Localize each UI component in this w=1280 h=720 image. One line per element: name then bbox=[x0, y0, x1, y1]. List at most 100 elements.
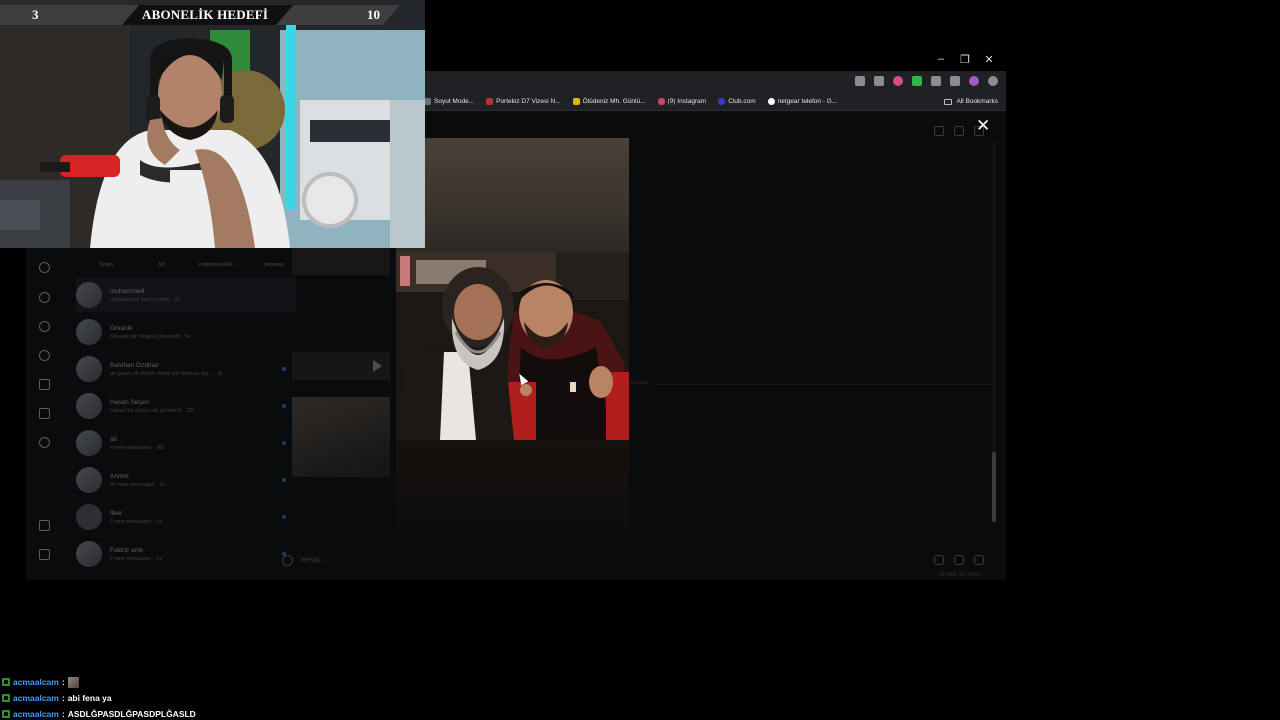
goal-left-panel bbox=[0, 5, 140, 25]
browser-toolbar-icons bbox=[855, 76, 998, 86]
phone-icon[interactable] bbox=[934, 126, 944, 136]
conversation-name: Hasan Seçen bbox=[110, 398, 150, 406]
chat-separator: : bbox=[61, 677, 65, 687]
avatar bbox=[76, 356, 102, 382]
unread-dot bbox=[282, 367, 286, 371]
chat-text: ASDLĞPASDLĞPASDPLĞASLD bbox=[67, 709, 196, 719]
conversation-item[interactable]: Ahmet 4+ new messages · 1s bbox=[76, 463, 296, 497]
conversation-item[interactable]: Batuhan Özdinar ah gusm ah insidil olmak … bbox=[76, 352, 296, 386]
chat-text: abi fena ya bbox=[67, 693, 112, 703]
conversation-preview: ah gusm ah insidil olmak siki hotmus dur… bbox=[110, 370, 223, 377]
conversation-preview: Orkanik bir fotoğraf gönderdi · 5s bbox=[110, 333, 191, 340]
goal-title: ABONELİK HEDEFİ bbox=[142, 7, 269, 22]
kebab-menu-icon[interactable] bbox=[988, 76, 998, 86]
composer-actions bbox=[934, 555, 984, 565]
conversation-preview: 2 new messages · 1s bbox=[110, 555, 162, 562]
webcam-overlay: 3 ABONELİK HEDEFİ 10 bbox=[0, 0, 425, 248]
all-bookmarks-button[interactable]: All Bookmarks bbox=[944, 98, 998, 105]
explore-icon[interactable] bbox=[39, 321, 50, 332]
avatar bbox=[76, 467, 102, 493]
conversation-item[interactable]: afi 4 new messages · 30t bbox=[76, 426, 296, 460]
media-controls-icon[interactable] bbox=[950, 76, 960, 86]
viewer-backdrop-bottom bbox=[396, 440, 629, 550]
dashboard-icon[interactable] bbox=[39, 408, 50, 419]
story-item[interactable]: N3 bbox=[142, 262, 182, 268]
more-apps-icon[interactable] bbox=[39, 549, 50, 560]
extensions-puzzle-icon[interactable] bbox=[931, 76, 941, 86]
moderator-badge-icon bbox=[2, 694, 10, 702]
conversation-preview: muhammed sent a video · 5t bbox=[110, 296, 180, 303]
avatar bbox=[76, 541, 102, 567]
minimize-button[interactable]: – bbox=[935, 53, 947, 66]
chat-username: acmaalcam bbox=[13, 693, 59, 703]
unread-dot bbox=[282, 515, 286, 519]
scrollbar-thumb[interactable] bbox=[992, 452, 996, 522]
close-viewer-button[interactable]: ✕ bbox=[976, 117, 990, 134]
story-item[interactable]: zehraaa bbox=[254, 262, 294, 268]
thread-media-tile[interactable] bbox=[292, 247, 390, 275]
avatar bbox=[76, 319, 102, 345]
image-icon[interactable] bbox=[954, 555, 964, 565]
conversation-item[interactable]: Hasan Seçen Hasan bir dosya eki gönderdi … bbox=[76, 389, 296, 423]
bookmark-item[interactable]: Club.com bbox=[718, 98, 756, 105]
chat-separator: : bbox=[61, 693, 65, 703]
emote-icon bbox=[67, 676, 79, 688]
message-composer[interactable]: Mesaj... bbox=[282, 549, 1002, 571]
conversation-name: Orkanik bbox=[110, 324, 133, 332]
emoji-icon[interactable] bbox=[282, 554, 293, 566]
photo-illustration bbox=[396, 252, 629, 440]
profile-avatar-icon[interactable] bbox=[969, 76, 979, 86]
conversation-name: Batuhan Özdinar bbox=[110, 361, 159, 369]
conversation-preview: Hasan bir dosya eki gönderdi · 23t bbox=[110, 407, 194, 414]
avatar bbox=[76, 282, 102, 308]
bookmark-label: Portekiz D7 Vizesi N... bbox=[496, 98, 561, 105]
webcam-feed bbox=[0, 0, 425, 248]
maximize-button[interactable]: ❐ bbox=[959, 53, 971, 66]
conversation-name: İlker bbox=[110, 509, 123, 517]
microphone-icon[interactable] bbox=[934, 555, 944, 565]
chat-message: acmaalcam : ASDLĞPASDLĞPASDPLĞASLD bbox=[2, 706, 402, 720]
bookmark-item[interactable]: (9) Instagram bbox=[657, 98, 706, 105]
messenger-icon[interactable] bbox=[39, 262, 50, 273]
bookmark-label: netgear telefon - G... bbox=[777, 98, 838, 105]
profile-icon[interactable] bbox=[39, 437, 50, 448]
avatar bbox=[76, 393, 102, 419]
conversation-preview: 4 new messages · 30t bbox=[110, 444, 164, 451]
install-icon[interactable] bbox=[855, 76, 865, 86]
video-message-tile[interactable] bbox=[292, 352, 390, 380]
heart-icon[interactable] bbox=[39, 350, 50, 361]
google-icon bbox=[767, 98, 775, 105]
bookmark-item[interactable]: Portekiz D7 Vizesi N... bbox=[486, 98, 561, 105]
menu-icon[interactable] bbox=[39, 520, 50, 531]
story-label: zehraaa bbox=[264, 262, 284, 268]
bookmark-item[interactable]: Ölüdeniz Mh. Günlü... bbox=[572, 98, 646, 105]
extension-green-icon[interactable] bbox=[912, 76, 922, 86]
chat-username: acmaalcam bbox=[13, 709, 59, 719]
star-icon[interactable] bbox=[874, 76, 884, 86]
goal-target-count: 10 bbox=[367, 7, 380, 22]
message-input[interactable]: Mesaj... bbox=[301, 557, 326, 564]
story-item[interactable]: redemkiyuklei... bbox=[198, 262, 238, 268]
story-label: N3 bbox=[158, 262, 166, 268]
bookmark-item[interactable]: Soyut Mode... bbox=[424, 98, 474, 105]
story-item[interactable]: Selyn bbox=[86, 262, 126, 268]
subscriber-goal-bar: 3 ABONELİK HEDEFİ 10 bbox=[0, 5, 400, 25]
bookmark-favicon-icon bbox=[718, 98, 726, 105]
bookmark-item[interactable]: netgear telefon - G... bbox=[767, 98, 838, 105]
conversation-preview: 4+ new messages · 1s bbox=[110, 481, 166, 488]
goal-right-panel bbox=[276, 5, 400, 25]
search-icon[interactable] bbox=[39, 292, 50, 303]
viewer-photo[interactable] bbox=[396, 252, 629, 440]
image-viewer bbox=[396, 138, 629, 550]
close-window-button[interactable]: ✕ bbox=[983, 53, 995, 66]
photo-message-thumbnail[interactable] bbox=[292, 397, 390, 477]
conversation-item[interactable]: Fakiriz amk 2 new messages · 1s bbox=[76, 537, 296, 571]
video-call-icon[interactable] bbox=[954, 126, 964, 136]
conversation-item[interactable]: İlker 2 new messages · 1s bbox=[76, 500, 296, 534]
bookmark-favicon-icon bbox=[572, 98, 580, 105]
create-icon[interactable] bbox=[39, 379, 50, 390]
conversation-item[interactable]: muhammed muhammed sent a video · 5t bbox=[76, 278, 296, 312]
extension-pink-icon[interactable] bbox=[893, 76, 903, 86]
conversation-item[interactable]: Orkanik Orkanik bir fotoğraf gönderdi · 5… bbox=[76, 315, 296, 349]
sticker-icon[interactable] bbox=[974, 555, 984, 565]
